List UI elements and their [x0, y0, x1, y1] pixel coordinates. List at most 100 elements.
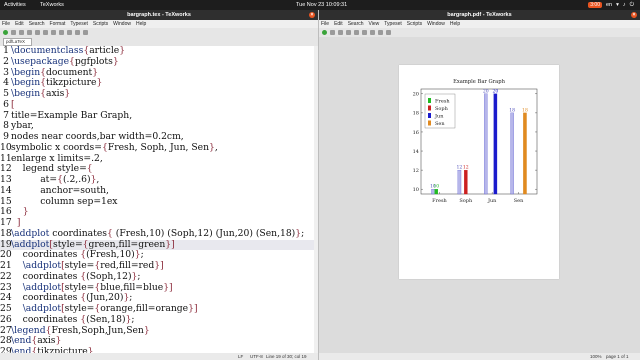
activities-button[interactable]: Activities — [4, 2, 26, 8]
legend-label: Sen — [435, 121, 445, 127]
undo-icon[interactable] — [35, 30, 40, 35]
app-menu[interactable]: TeXworks — [40, 2, 64, 8]
bar — [510, 112, 514, 195]
code-line: 5 \begin{axis} — [0, 88, 318, 100]
line-text: ] — [16, 217, 21, 228]
page-indicator: page 1 of 1 — [606, 354, 629, 359]
line-number: 22 — [0, 270, 12, 282]
pdf-window: bargraph.pdf - TeXworks × File Edit Search… — [319, 10, 640, 360]
line-text: \end{tikzpicture} — [11, 346, 94, 353]
typeset-icon[interactable] — [322, 30, 327, 35]
data-label: 12 — [463, 165, 469, 171]
timer-badge: 3:00 — [588, 2, 602, 8]
paste-icon[interactable] — [67, 30, 72, 35]
code-line: 14 anchor=south, — [0, 185, 318, 197]
engine-select[interactable]: pdfLaTeX — [3, 37, 33, 46]
close-icon[interactable]: × — [309, 12, 315, 18]
power-icon: ⏻ — [629, 1, 634, 8]
bar — [431, 189, 435, 195]
line-text: column sep=1ex — [11, 195, 118, 207]
code-lines: 1 \documentclass{article} 2 \usepackage{pgf… — [0, 46, 318, 353]
redo-icon[interactable] — [43, 30, 48, 35]
menu-format[interactable]: Format — [50, 20, 66, 28]
y-tick-label: 16 — [413, 130, 419, 136]
editor-toolbar — [0, 28, 318, 37]
bar — [434, 189, 439, 195]
pdf-viewer[interactable]: Example Bar Graph 10 12 14 16 18 20 Fresh Soph Ju… — [319, 37, 640, 353]
editor-scrollbar[interactable] — [314, 46, 318, 353]
line-text: \addplot[style={blue,fill=blue}] — [22, 281, 173, 293]
editor-menubar: File Edit Search Format Typeset Scripts Window… — [0, 20, 318, 28]
line-number: 6 — [3, 98, 9, 110]
system-tray[interactable]: 3:00 en ▾ ♪ ⏻ — [588, 2, 634, 9]
line-text: \begin{document} — [11, 66, 99, 78]
replace-icon[interactable] — [83, 30, 88, 35]
editor-titlebar[interactable]: bargraph.tex - TeXworks × — [0, 10, 318, 20]
line-text: \begin{tikzpicture} — [11, 77, 103, 89]
x-tick-label: Jun — [487, 198, 497, 204]
y-tick-label: 14 — [413, 149, 419, 155]
copy-icon[interactable] — [59, 30, 64, 35]
zoom-in-icon[interactable] — [362, 30, 367, 35]
bar — [493, 93, 498, 195]
line-number: 26 — [0, 313, 12, 325]
menu-edit[interactable]: Edit — [15, 20, 24, 28]
editor-status-bar: LF UTF-8 Line 19 of 30; col 19 — [0, 353, 318, 360]
editor-window-title: bargraph.tex - TeXworks — [127, 12, 191, 18]
line-text: enlarge x limits=.2, — [11, 152, 103, 164]
save-icon[interactable] — [27, 30, 32, 35]
code-line: 2 \usepackage{pgfplots} — [0, 55, 318, 68]
prev-page-icon[interactable] — [338, 30, 343, 35]
legend-swatch — [428, 120, 431, 126]
encoding[interactable]: UTF-8 — [250, 354, 263, 359]
line-ending[interactable]: LF — [238, 354, 243, 359]
menu-help[interactable]: Help — [136, 20, 146, 28]
zoom-level[interactable]: 100% — [590, 354, 602, 359]
menu-view[interactable]: View — [369, 20, 380, 28]
new-file-icon[interactable] — [11, 30, 16, 35]
menu-file[interactable]: File — [2, 20, 10, 28]
cut-icon[interactable] — [51, 30, 56, 35]
menu-typeset[interactable]: Typeset — [384, 20, 402, 28]
menu-window[interactable]: Window — [427, 20, 445, 28]
menu-scripts[interactable]: Scripts — [407, 20, 422, 28]
menu-help[interactable]: Help — [450, 20, 460, 28]
legend-label: Fresh — [435, 98, 450, 104]
fit-width-icon[interactable] — [378, 30, 383, 35]
y-tick-label: 18 — [413, 111, 419, 117]
menu-edit[interactable]: Edit — [334, 20, 343, 28]
line-text: at={(.2,.6)}, — [11, 174, 100, 185]
data-label: 10 — [433, 184, 439, 190]
line-text: \addplot[style={red,fill=red}] — [22, 260, 164, 271]
clock[interactable]: Tue Nov 23 10:09:31 — [296, 2, 347, 8]
menu-file[interactable]: File — [321, 20, 329, 28]
open-file-icon[interactable] — [19, 30, 24, 35]
line-number: 2 — [3, 55, 9, 67]
y-tick-label: 10 — [413, 187, 419, 193]
next-page-icon[interactable] — [346, 30, 351, 35]
line-text: coordinates {(Fresh,10)}; — [11, 249, 144, 261]
data-label: 20 — [483, 88, 489, 94]
editor-window: bargraph.tex - TeXworks × File Edit Search… — [0, 10, 319, 360]
menu-window[interactable]: Window — [113, 20, 131, 28]
close-icon[interactable]: × — [631, 12, 637, 18]
volume-icon: ♪ — [622, 2, 626, 8]
legend-swatch — [428, 105, 431, 111]
search-icon[interactable] — [75, 30, 80, 35]
menu-search[interactable]: Search — [29, 20, 45, 28]
last-page-icon[interactable] — [354, 30, 359, 35]
language-indicator[interactable]: en — [606, 2, 612, 8]
zoom-out-icon[interactable] — [370, 30, 375, 35]
menu-typeset[interactable]: Typeset — [70, 20, 88, 28]
pdf-titlebar[interactable]: bargraph.pdf - TeXworks × — [319, 10, 640, 20]
bar — [484, 93, 488, 195]
fit-window-icon[interactable] — [386, 30, 391, 35]
menu-scripts[interactable]: Scripts — [93, 20, 108, 28]
line-text: \begin{axis} — [11, 88, 71, 99]
first-page-icon[interactable] — [330, 30, 335, 35]
bar — [464, 169, 468, 195]
typeset-icon[interactable] — [3, 30, 8, 35]
menu-search[interactable]: Search — [348, 20, 364, 28]
x-tick-label: Sen — [514, 198, 524, 204]
code-editor[interactable]: 1 \documentclass{article} 2 \usepackage{pgf… — [0, 46, 318, 353]
